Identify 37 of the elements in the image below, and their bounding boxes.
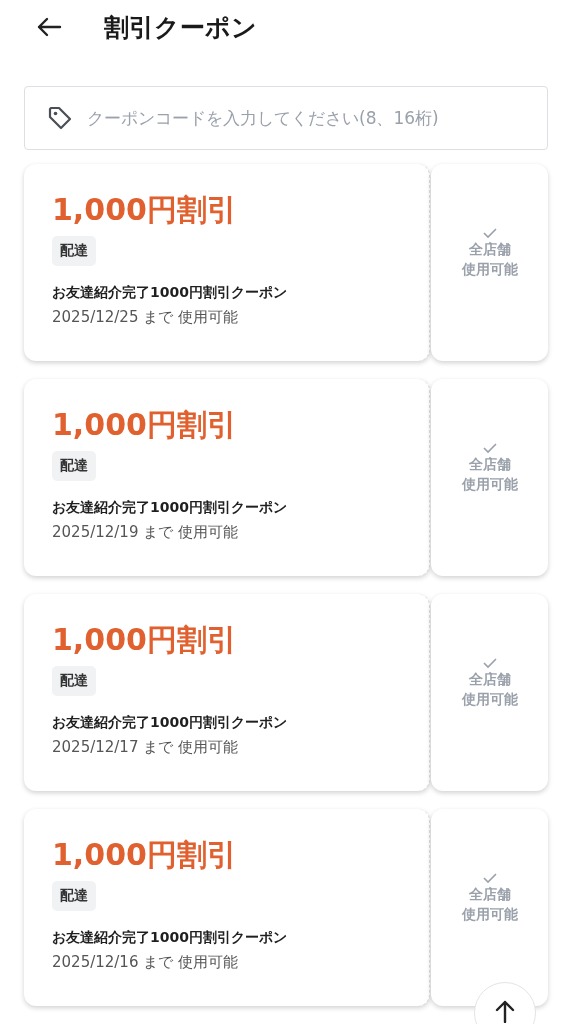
usage-note: 使用可能 bbox=[461, 475, 518, 494]
coupon-card[interactable]: 1,000円割引 配達 お友達紹介完了1000円割引クーポン 2025/12/16 まで 使用可能 bbox=[24, 809, 430, 1006]
page-title: 割引クーポン bbox=[104, 11, 257, 44]
back-arrow-icon[interactable] bbox=[36, 16, 62, 38]
tag-icon bbox=[46, 104, 74, 132]
coupon-name: お友達紹介完了1000円割引クーポン bbox=[52, 499, 288, 517]
expiry-date: 2025/12/19 まで 使用可能 bbox=[52, 523, 239, 542]
check-icon bbox=[481, 656, 498, 669]
delivery-tag: 配達 bbox=[52, 666, 96, 696]
expiry-date: 2025/12/17 まで 使用可能 bbox=[52, 738, 239, 757]
coupon-name: お友達紹介完了1000円割引クーポン bbox=[52, 929, 288, 947]
discount-amount: 1,000円割引 bbox=[52, 407, 238, 443]
expiry-date: 2025/12/25 まで 使用可能 bbox=[52, 308, 239, 327]
expiry-date: 2025/12/16 まで 使用可能 bbox=[52, 953, 239, 972]
store-scope: 全店舗 bbox=[468, 885, 511, 904]
up-arrow-icon bbox=[494, 999, 516, 1023]
discount-amount: 1,000円割引 bbox=[52, 837, 238, 873]
coupon-name: お友達紹介完了1000円割引クーポン bbox=[52, 714, 288, 732]
delivery-tag: 配達 bbox=[52, 451, 96, 481]
coupon-card[interactable]: 1,000円割引 配達 お友達紹介完了1000円割引クーポン 2025/12/25 まで 使用可能 bbox=[24, 164, 430, 361]
usage-note: 使用可能 bbox=[461, 905, 518, 924]
coupon-card[interactable]: 1,000円割引 配達 お友達紹介完了1000円割引クーポン 2025/12/17 まで 使用可能 bbox=[24, 594, 430, 791]
check-icon bbox=[481, 226, 498, 239]
coupon-code-field[interactable]: クーポンコードを入力してください(8、16桁) bbox=[24, 86, 548, 150]
coupon-card[interactable]: 1,000円割引 配達 お友達紹介完了1000円割引クーポン 2025/12/19 まで 使用可能 bbox=[24, 379, 430, 576]
check-icon bbox=[481, 441, 498, 454]
store-scope: 全店舗 bbox=[468, 455, 511, 474]
discount-amount: 1,000円割引 bbox=[52, 192, 238, 228]
discount-amount: 1,000円割引 bbox=[52, 622, 238, 658]
coupon-name: お友達紹介完了1000円割引クーポン bbox=[52, 284, 288, 302]
check-icon bbox=[481, 871, 498, 884]
store-scope: 全店舗 bbox=[468, 670, 511, 689]
delivery-tag: 配達 bbox=[52, 881, 96, 911]
usage-note: 使用可能 bbox=[461, 690, 518, 709]
usage-note: 使用可能 bbox=[461, 260, 518, 279]
store-scope: 全店舗 bbox=[468, 240, 511, 259]
delivery-tag: 配達 bbox=[52, 236, 96, 266]
